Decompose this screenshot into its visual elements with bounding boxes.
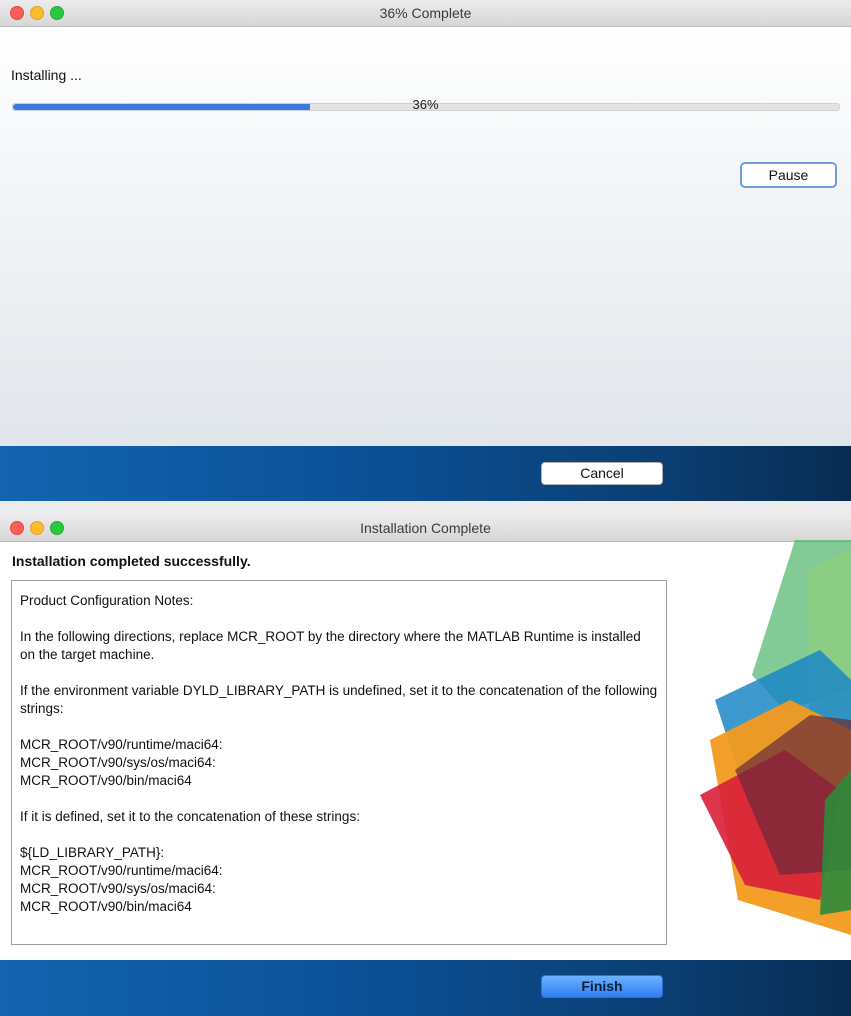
path-line: MCR_ROOT/v90/runtime/maci64: bbox=[20, 863, 223, 878]
undefined-path-list: MCR_ROOT/v90/runtime/maci64: MCR_ROOT/v9… bbox=[20, 736, 658, 790]
install-content: Installing ... 36% Pause bbox=[0, 27, 851, 446]
matlab-membrane-graphic bbox=[700, 540, 851, 935]
path-line: MCR_ROOT/v90/sys/os/maci64: bbox=[20, 881, 216, 896]
title-bar[interactable]: 36% Complete bbox=[0, 0, 851, 27]
footer-bar: Cancel bbox=[0, 446, 851, 501]
footer-bar: Finish bbox=[0, 960, 851, 1016]
window-title: Installation Complete bbox=[360, 520, 491, 536]
notes-paragraph: If it is defined, set it to the concaten… bbox=[20, 809, 360, 824]
completion-heading: Installation completed successfully. bbox=[12, 553, 251, 569]
path-line: MCR_ROOT/v90/bin/maci64 bbox=[20, 899, 192, 914]
notes-paragraph: If the environment variable DYLD_LIBRARY… bbox=[20, 683, 658, 716]
path-line: ${LD_LIBRARY_PATH}: bbox=[20, 845, 165, 860]
pause-button[interactable]: Pause bbox=[740, 162, 837, 188]
window-title: 36% Complete bbox=[379, 5, 472, 21]
notes-header: Product Configuration Notes: bbox=[20, 593, 194, 608]
installation-complete-window: Installation Complete Installation compl… bbox=[0, 515, 851, 1016]
defined-path-list: ${LD_LIBRARY_PATH}: MCR_ROOT/v90/runtime… bbox=[20, 844, 658, 916]
cancel-button[interactable]: Cancel bbox=[541, 462, 663, 485]
title-bar[interactable]: Installation Complete bbox=[0, 515, 851, 542]
install-progress-window: 36% Complete Installing ... 36% Pause Ca… bbox=[0, 0, 851, 501]
path-line: MCR_ROOT/v90/sys/os/maci64: bbox=[20, 755, 216, 770]
finish-button[interactable]: Finish bbox=[541, 975, 663, 998]
notes-paragraph: In the following directions, replace MCR… bbox=[20, 629, 641, 662]
configuration-notes-textarea[interactable]: Product Configuration Notes: In the foll… bbox=[11, 580, 667, 945]
path-line: MCR_ROOT/v90/runtime/maci64: bbox=[20, 737, 223, 752]
status-label: Installing ... bbox=[11, 67, 82, 83]
progress-percent-label: 36% bbox=[412, 97, 439, 112]
path-line: MCR_ROOT/v90/bin/maci64 bbox=[20, 773, 192, 788]
